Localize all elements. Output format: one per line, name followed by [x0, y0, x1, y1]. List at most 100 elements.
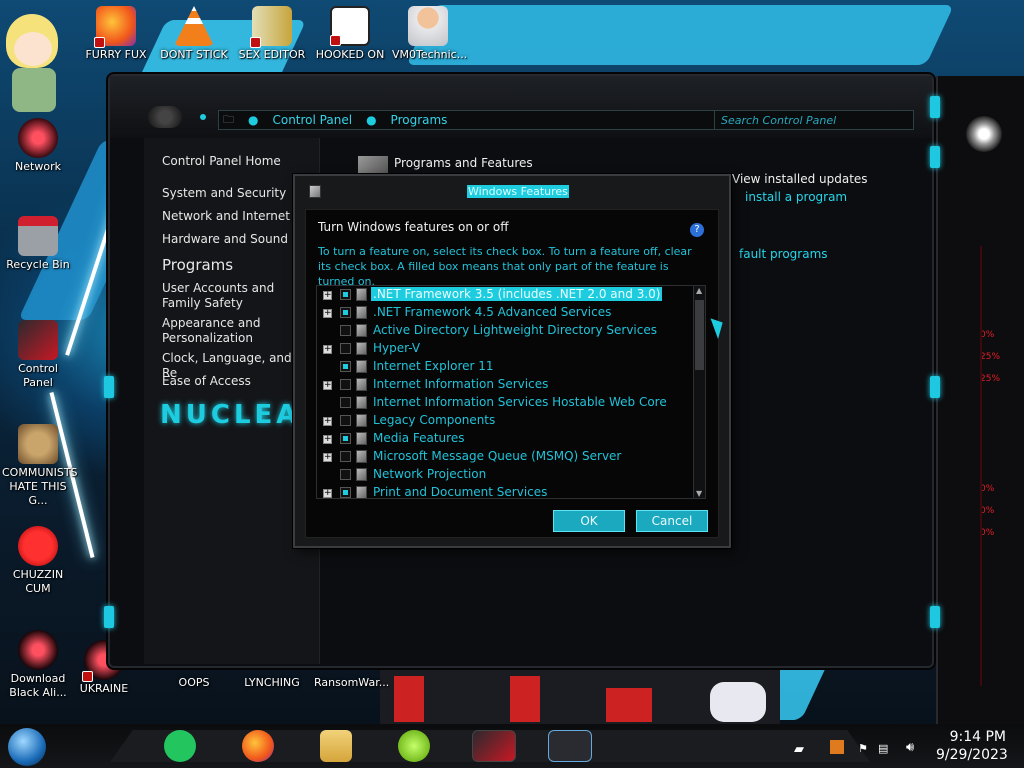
windows-features-dialog: Windows Features Turn Windows features o… [293, 174, 731, 548]
feature-checkbox[interactable] [340, 469, 351, 480]
shortcut-badge [82, 671, 93, 682]
desktop-icon-communists[interactable]: COMMUNISTS HATE THIS G... [2, 424, 78, 508]
file-explorer-icon[interactable] [320, 730, 352, 762]
programs-features-heading[interactable]: Programs and Features [394, 156, 533, 170]
taskbar-windows-features-icon[interactable] [548, 730, 592, 762]
feature-checkbox[interactable] [340, 325, 351, 336]
feature-row[interactable]: + Media Features [317, 430, 693, 448]
feature-row[interactable]: + Print and Document Services [317, 484, 693, 498]
scrollbar[interactable]: ▲ ▼ [693, 286, 705, 498]
widget-percent: 0% [980, 506, 995, 516]
widget-percent: 0% [980, 528, 995, 538]
feature-label: Active Directory Lightweight Directory S… [373, 323, 657, 337]
scroll-down-icon[interactable]: ▼ [696, 489, 702, 498]
desktop-icon-lynching[interactable]: LYNCHING [236, 676, 308, 690]
feature-row[interactable]: + Internet Information Services [317, 376, 693, 394]
help-icon[interactable]: ? [690, 223, 704, 237]
feature-row[interactable]: + Hyper-V [317, 340, 693, 358]
flag-icon[interactable]: ⚑ [858, 742, 868, 755]
feature-row[interactable]: Internet Explorer 11 [317, 358, 693, 376]
volume-icon[interactable]: 🔊︎ [906, 740, 914, 755]
cancel-button[interactable]: Cancel [636, 510, 708, 532]
sidebar-item-home[interactable]: Control Panel Home [162, 154, 281, 169]
sidebar-item-ease-of-access[interactable]: Ease of Access [162, 374, 251, 389]
expand-plus-icon[interactable]: + [323, 435, 332, 444]
breadcrumb-item[interactable]: Control Panel [272, 113, 352, 127]
wallpaper-figure-shoe [394, 676, 424, 722]
desktop-icon-firefox[interactable]: FURRY FUX [80, 6, 152, 62]
expand-plus-icon[interactable]: + [323, 417, 332, 426]
desktop-icon-chuzzin[interactable]: CHUZZIN CUM [2, 526, 74, 596]
sidebar-item-hardware-sound[interactable]: Hardware and Sound [162, 232, 288, 247]
scroll-up-icon[interactable]: ▲ [696, 286, 702, 295]
network-tray-icon[interactable]: ▤ [878, 742, 888, 755]
show-desktop-icon[interactable]: ▰ [794, 742, 804, 757]
taskbar-control-panel-icon[interactable] [472, 730, 516, 762]
expand-plus-icon[interactable]: + [323, 489, 332, 498]
desktop-icon-download-black-ali[interactable]: Download Black Ali... [2, 630, 74, 700]
expand-plus-icon[interactable]: + [323, 381, 332, 390]
clock-date: 9/29/2023 [936, 747, 1008, 763]
desktop-icon-hxd[interactable]: SEX EDITOR [236, 6, 308, 62]
default-programs-link[interactable]: fault programs [739, 247, 828, 261]
desktop-icon-vm0technic[interactable]: VM0Technic... [392, 6, 467, 62]
feature-folder-icon [356, 432, 367, 445]
feature-row[interactable]: Network Projection [317, 466, 693, 484]
desktop-icon-vlc[interactable]: DONT STICK [158, 6, 230, 62]
expand-plus-icon[interactable]: + [323, 345, 332, 354]
feature-checkbox[interactable] [340, 289, 351, 300]
scrollbar-thumb[interactable] [695, 300, 704, 370]
feature-checkbox[interactable] [340, 415, 351, 426]
desktop-icon-network[interactable]: Network [2, 118, 74, 174]
breadcrumb-item[interactable]: Programs [391, 113, 448, 127]
feature-row[interactable]: Internet Information Services Hostable W… [317, 394, 693, 412]
feature-checkbox[interactable] [340, 361, 351, 372]
feature-checkbox[interactable] [340, 343, 351, 354]
feature-checkbox[interactable] [340, 451, 351, 462]
feature-checkbox[interactable] [340, 307, 351, 318]
desktop-icon-label: DONT STICK [160, 48, 228, 61]
sidebar-item-user-accounts[interactable]: User Accounts and Family Safety [162, 281, 292, 311]
feature-folder-icon [356, 468, 367, 481]
desktop-icon-oops[interactable]: OOPS [158, 676, 230, 690]
expand-plus-icon[interactable]: + [323, 453, 332, 462]
sidebar-item-appearance[interactable]: Appearance and Personalization [162, 316, 292, 346]
sidebar-item-system-security[interactable]: System and Security [162, 186, 286, 201]
feature-label: Media Features [373, 431, 465, 445]
ok-button[interactable]: OK [553, 510, 625, 532]
expand-plus-icon[interactable]: + [323, 291, 332, 300]
install-program-link[interactable]: install a program [745, 190, 847, 204]
features-tree[interactable]: ▲ ▼ + .NET Framework 3.5 (includes .NET 2… [316, 285, 706, 499]
spotify-icon[interactable] [164, 730, 196, 762]
app-icon[interactable] [398, 730, 430, 762]
widget-percent: 25% [980, 352, 1001, 362]
alienware-logo-icon [966, 116, 1002, 152]
feature-checkbox[interactable] [340, 379, 351, 390]
desktop-icon-label: Recycle Bin [6, 258, 70, 271]
desktop-icon-ransomware[interactable]: RansomWar... [314, 676, 389, 690]
feature-checkbox[interactable] [340, 487, 351, 498]
feature-checkbox[interactable] [340, 433, 351, 444]
tray-clock[interactable]: 9:14 PM 9/29/2023 [936, 728, 1008, 764]
feature-row[interactable]: Active Directory Lightweight Directory S… [317, 322, 693, 340]
feature-row[interactable]: + .NET Framework 3.5 (includes .NET 2.0 a… [317, 286, 693, 304]
search-input[interactable]: Search Control Panel [714, 110, 914, 130]
desktop-icon-recycle-bin[interactable]: Recycle Bin [2, 216, 74, 272]
expand-plus-icon[interactable]: + [323, 309, 332, 318]
start-button-icon[interactable] [8, 728, 46, 766]
feature-row[interactable]: + Legacy Components [317, 412, 693, 430]
shortcut-badge [94, 37, 105, 48]
sidebar-item-programs[interactable]: Programs [162, 258, 233, 273]
desktop-icon-hooked-on[interactable]: HOOKED ON [314, 6, 386, 62]
feature-checkbox[interactable] [340, 397, 351, 408]
firefox-icon[interactable] [242, 730, 274, 762]
maze-icon [330, 6, 370, 46]
network-icon [18, 118, 58, 158]
feature-row[interactable]: + Microsoft Message Queue (MSMQ) Server [317, 448, 693, 466]
back-forward-icon[interactable] [148, 106, 182, 128]
feature-row[interactable]: + .NET Framework 4.5 Advanced Services [317, 304, 693, 322]
desktop-icon-control-panel[interactable]: Control Panel [2, 320, 74, 390]
sidebar-item-network-internet[interactable]: Network and Internet [162, 209, 290, 224]
tray-app-icon[interactable] [830, 740, 844, 754]
view-installed-updates-link[interactable]: View installed updates [732, 172, 868, 186]
